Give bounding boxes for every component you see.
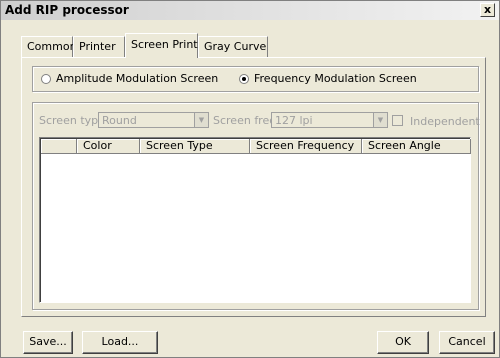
screen-freq-select[interactable]: 127 lpi ▼ [271,112,388,128]
chevron-down-icon[interactable]: ▼ [373,113,387,127]
tab-screen-print[interactable]: Screen Print [125,33,198,58]
chevron-down-icon[interactable]: ▼ [194,113,208,127]
cancel-button[interactable]: Cancel [439,331,495,354]
tab-gray-curve[interactable]: Gray Curve [198,36,268,57]
amplitude-radio[interactable] [41,73,51,84]
column-header-index[interactable] [41,139,77,154]
title-bar[interactable]: Add RIP processor x [1,1,499,20]
screen-freq-value: 127 lpi [275,114,313,127]
screen-type-select[interactable]: Round ▼ [98,112,209,128]
window-title: Add RIP processor [5,3,129,17]
column-header-screen-frequency[interactable]: Screen Frequency [250,139,362,154]
column-header-color[interactable]: Color [77,139,140,154]
modulation-group: Amplitude Modulation Screen Frequency Mo… [32,66,479,92]
frequency-radio[interactable] [239,73,249,84]
add-rip-processor-dialog: Add RIP processor x Common Printer Scree… [0,0,500,358]
amplitude-modulation-option[interactable]: Amplitude Modulation Screen [41,72,218,85]
frequency-modulation-option[interactable]: Frequency Modulation Screen [239,72,417,85]
amplitude-label: Amplitude Modulation Screen [56,72,219,85]
screen-print-panel: Amplitude Modulation Screen Frequency Mo… [21,57,486,317]
tab-printer[interactable]: Printer [73,36,125,57]
load-button[interactable]: Load... [82,331,158,354]
screen-freq-label: Screen freq: [213,114,280,127]
column-header-screen-angle[interactable]: Screen Angle [362,139,471,154]
screen-settings-group: Screen type: Round ▼ Screen freq: 127 lp… [32,102,480,310]
frequency-label: Frequency Modulation Screen [254,72,417,85]
tab-common[interactable]: Common [21,36,77,57]
ok-button[interactable]: OK [377,331,429,354]
close-icon[interactable]: x [480,3,495,17]
independent-checkbox[interactable] [392,115,403,126]
screen-list-header: Color Screen Type Screen Frequency Scree… [41,139,471,154]
screen-type-value: Round [102,114,137,127]
independent-label: Independent [410,115,480,128]
column-header-screen-type[interactable]: Screen Type [140,139,250,154]
save-button[interactable]: Save... [23,331,73,354]
screen-list[interactable]: Color Screen Type Screen Frequency Scree… [39,137,471,303]
